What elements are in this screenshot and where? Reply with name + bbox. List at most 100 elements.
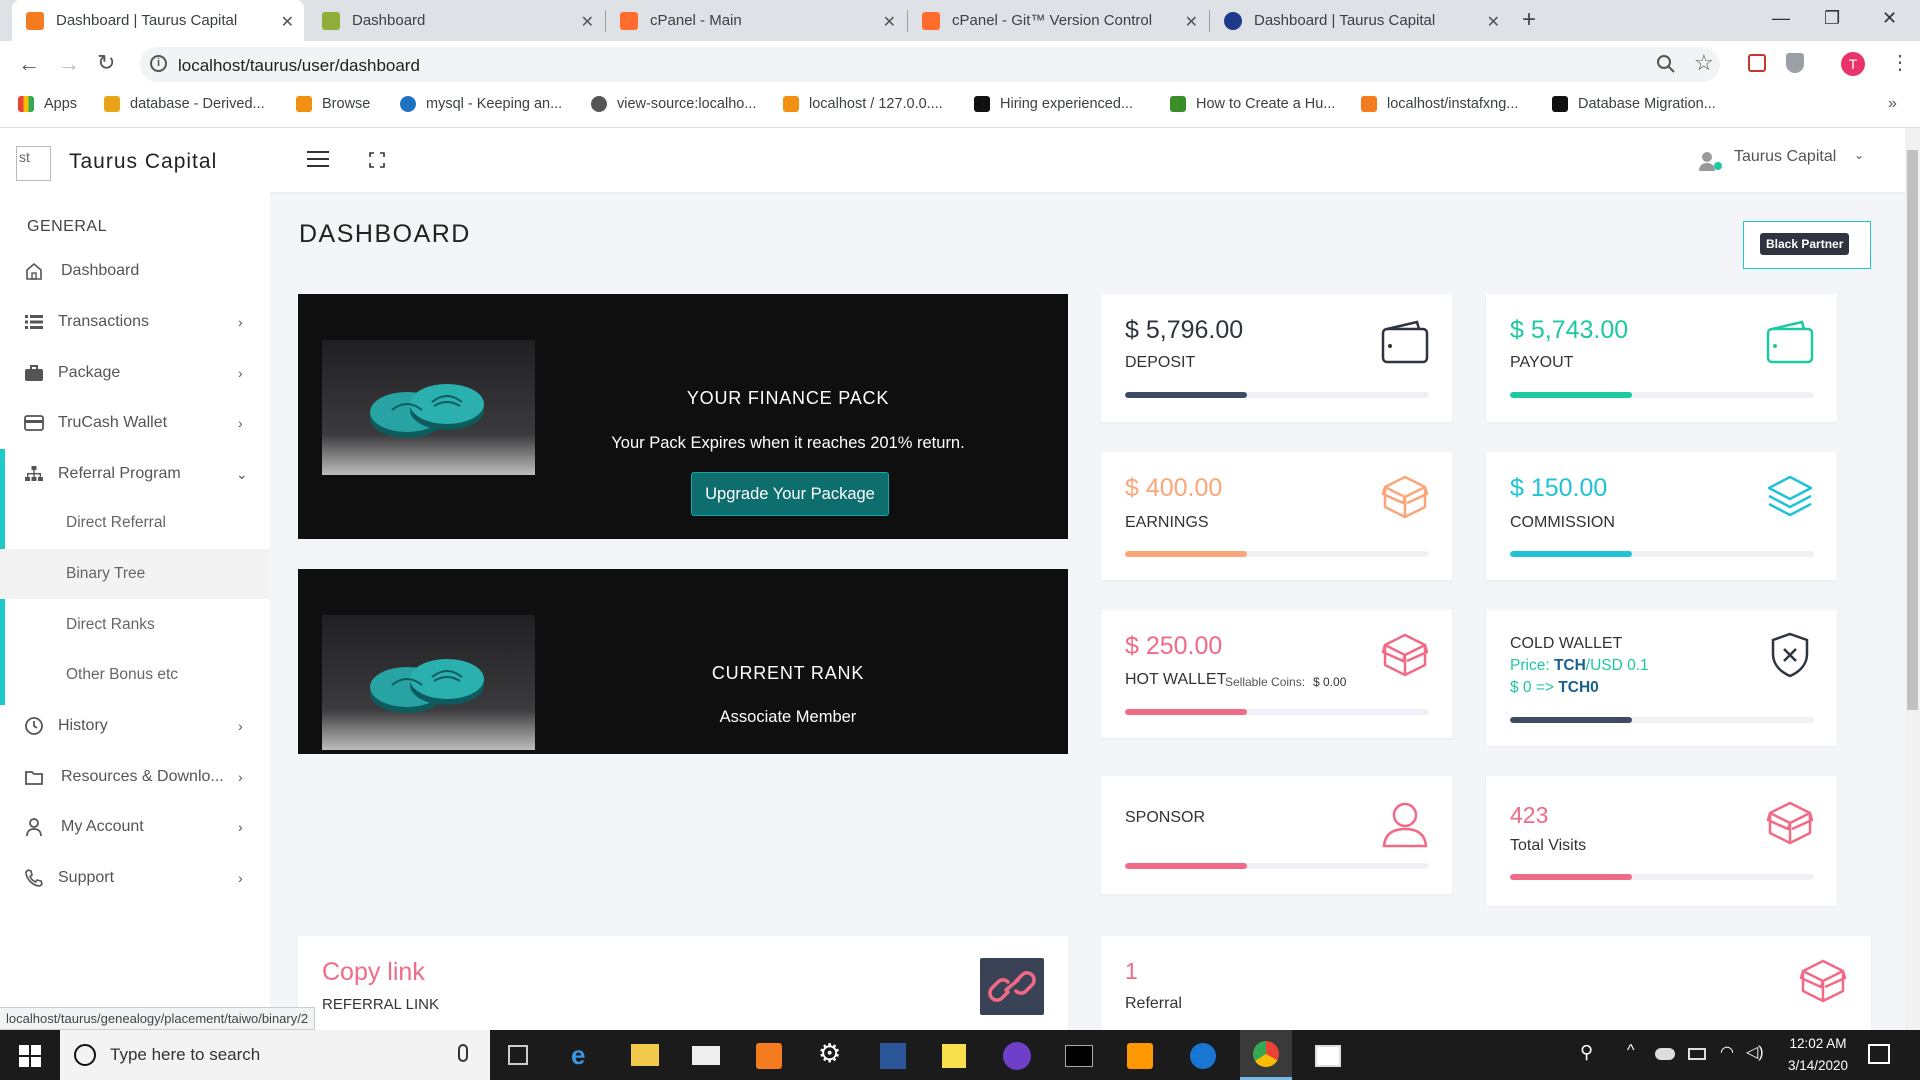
bookmark-item[interactable]: localhost / 127.0.0.... <box>783 96 943 112</box>
sidebar-item-dashboard[interactable]: Dashboard <box>0 246 270 296</box>
clock-date[interactable]: 3/14/2020 <box>1780 1058 1856 1073</box>
hamburger-menu-icon[interactable] <box>307 150 329 168</box>
word-icon[interactable] <box>880 1043 906 1069</box>
task-view-icon[interactable] <box>508 1045 528 1065</box>
clock-time[interactable]: 12:02 AM <box>1780 1036 1856 1051</box>
microphone-icon[interactable] <box>458 1044 468 1062</box>
commission-label: COMMISSION <box>1510 514 1615 531</box>
sidebar-item-history[interactable]: History › <box>0 701 270 751</box>
sidebar-subitem-direct-ranks[interactable]: Direct Ranks <box>0 600 270 650</box>
wifi-icon[interactable]: ◠ <box>1720 1042 1734 1062</box>
fullscreen-icon[interactable] <box>369 152 385 168</box>
sidebar-item-referral-program[interactable]: Referral Program ⌄ <box>0 449 270 499</box>
payout-amount: $ 5,743.00 <box>1510 316 1629 344</box>
file-explorer-icon[interactable] <box>631 1044 659 1066</box>
onedrive-icon[interactable] <box>1655 1048 1675 1060</box>
bookmark-item[interactable]: view-source:localho... <box>591 96 756 112</box>
sidebar-item-trucash-wallet[interactable]: TruCash Wallet › <box>0 398 270 448</box>
bookmark-item[interactable]: localhost/instafxng... <box>1361 96 1518 112</box>
sidebar-item-transactions[interactable]: Transactions › <box>0 297 270 347</box>
scrollbar-thumb[interactable] <box>1907 150 1918 710</box>
bookmark-item[interactable]: mysql - Keeping an... <box>400 96 562 112</box>
bookmark-item[interactable]: database - Derived... <box>104 96 265 112</box>
medium-icon <box>1552 96 1568 112</box>
tab-close-icon[interactable]: ✕ <box>281 12 294 32</box>
more-bookmarks-icon[interactable]: » <box>1888 95 1897 113</box>
browser-tab[interactable]: cPanel - Main ✕ <box>606 0 908 41</box>
sidebar-item-resources[interactable]: Resources & Downlo... › <box>0 752 270 802</box>
bookmark-item[interactable]: Database Migration... <box>1552 96 1716 112</box>
photos-icon[interactable] <box>1315 1045 1341 1067</box>
forward-icon[interactable]: → <box>58 51 80 77</box>
mail-icon[interactable] <box>692 1046 720 1065</box>
commission-progress <box>1510 551 1814 557</box>
browser-tab[interactable]: Dashboard | Taurus Capital ✕ <box>1210 0 1510 41</box>
browser-tab[interactable]: Dashboard ✕ <box>308 0 606 41</box>
battery-icon[interactable] <box>1688 1048 1706 1060</box>
upgrade-package-button[interactable]: Upgrade Your Package <box>691 472 889 516</box>
window-close-icon[interactable]: ✕ <box>1882 8 1897 29</box>
user-avatar-icon[interactable] <box>1697 150 1723 172</box>
tab-close-icon[interactable]: ✕ <box>1185 12 1198 32</box>
copy-link-title[interactable]: Copy link <box>322 958 425 987</box>
extension-pocket-icon[interactable] <box>1748 54 1766 72</box>
edge-icon[interactable]: e <box>571 1040 585 1071</box>
new-tab-button[interactable]: + <box>1522 6 1536 34</box>
referral-count: 1 <box>1125 958 1138 984</box>
chevron-up-icon[interactable]: ^ <box>1627 1042 1635 1060</box>
github-desktop-icon[interactable] <box>1003 1042 1031 1070</box>
windows-start-icon[interactable] <box>19 1045 41 1067</box>
tab-title: Dashboard | Taurus Capital <box>1254 12 1436 29</box>
copy-link-button[interactable] <box>980 958 1044 1015</box>
xampp-icon[interactable] <box>756 1043 782 1069</box>
tab-close-icon[interactable]: ✕ <box>581 12 594 32</box>
maximize-icon[interactable]: ❐ <box>1824 8 1840 29</box>
settings-gear-icon[interactable]: ⚙ <box>818 1038 841 1069</box>
bookmark-item[interactable]: How to Create a Hu... <box>1170 96 1335 112</box>
user-icon <box>26 818 42 837</box>
sidebar-subitem-binary-tree[interactable]: Binary Tree <box>0 549 270 599</box>
sublime-text-icon[interactable] <box>1127 1043 1153 1069</box>
info-icon[interactable]: i <box>150 55 167 72</box>
sticky-notes-icon[interactable] <box>942 1044 966 1068</box>
sidebar-subitem-direct-referral[interactable]: Direct Referral <box>0 498 270 548</box>
star-icon[interactable]: ☆ <box>1694 50 1714 76</box>
action-center-icon[interactable] <box>1868 1044 1890 1064</box>
people-icon[interactable]: ⚲ <box>1580 1042 1593 1063</box>
tab-close-icon[interactable]: ✕ <box>1487 12 1500 32</box>
tab-close-icon[interactable]: ✕ <box>883 12 896 32</box>
taskbar-chrome-active[interactable] <box>1240 1030 1292 1080</box>
extension-shield-icon[interactable] <box>1786 53 1804 73</box>
terminal-icon[interactable] <box>1065 1045 1093 1067</box>
page-scrollbar[interactable] <box>1905 128 1920 1030</box>
taskbar-search-placeholder: Type here to search <box>110 1045 261 1064</box>
bookmark-item[interactable]: Hiring experienced... <box>974 96 1133 112</box>
taskbar-search-box[interactable]: Type here to search <box>60 1030 490 1080</box>
maps-icon[interactable] <box>1190 1043 1216 1069</box>
reload-icon[interactable]: ↻ <box>97 50 115 76</box>
earnings-amount: $ 400.00 <box>1125 474 1223 502</box>
url-text[interactable]: localhost/taurus/user/dashboard <box>178 56 420 76</box>
browser-tab[interactable]: cPanel - Git™ Version Control ✕ <box>908 0 1210 41</box>
deposit-amount: $ 5,796.00 <box>1125 316 1244 344</box>
chrome-menu-icon[interactable]: ⋮ <box>1890 50 1910 75</box>
briefcase-icon <box>25 365 43 381</box>
sidebar-subitem-other-bonus[interactable]: Other Bonus etc <box>0 650 270 700</box>
box-icon <box>1381 633 1429 677</box>
visits-label: Total Visits <box>1510 837 1587 854</box>
sidebar-item-package[interactable]: Package › <box>0 348 270 398</box>
sidebar-item-my-account[interactable]: My Account › <box>0 802 270 852</box>
browser-tab-active[interactable]: Dashboard | Taurus Capital ✕ <box>12 0 304 41</box>
bookmark-item[interactable]: Browse <box>296 96 370 112</box>
user-menu[interactable]: Taurus Capital <box>1734 148 1836 166</box>
zoom-icon[interactable] <box>1656 54 1676 74</box>
brand-name[interactable]: Taurus Capital <box>69 150 217 174</box>
bookmark-apps[interactable]: Apps <box>18 96 77 112</box>
layers-icon <box>1767 475 1813 517</box>
profile-avatar[interactable]: T <box>1841 52 1865 76</box>
sidebar-item-support[interactable]: Support › <box>0 853 270 903</box>
minimize-icon[interactable]: — <box>1772 8 1790 29</box>
volume-icon[interactable]: ◁) <box>1746 1042 1764 1062</box>
back-icon[interactable]: ← <box>18 51 40 77</box>
chevron-down-icon[interactable]: ⌄ <box>1854 148 1864 162</box>
